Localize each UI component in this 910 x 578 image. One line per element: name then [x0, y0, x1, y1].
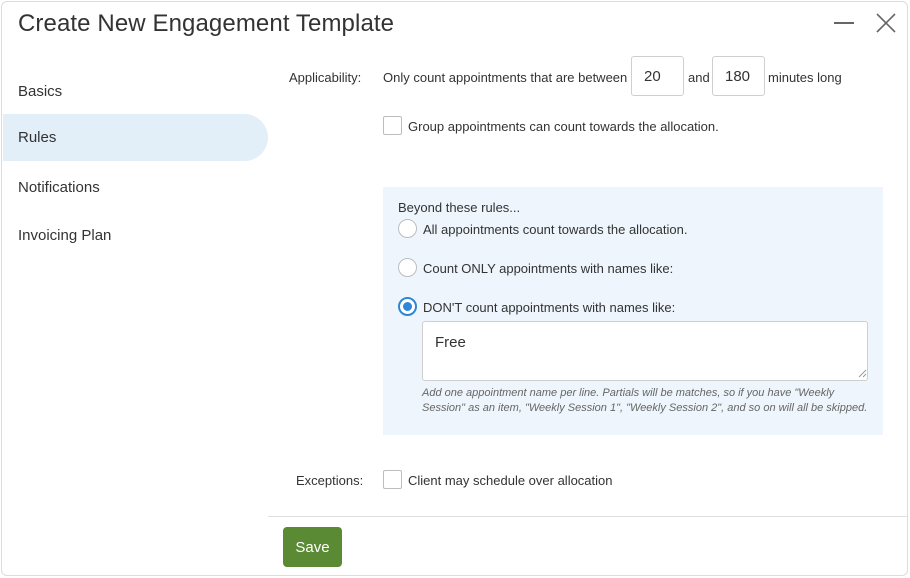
- minutes-long-text: minutes long: [768, 70, 842, 85]
- names-hint-text: Add one appointment name per line. Parti…: [422, 387, 868, 414]
- create-template-dialog: Create New Engagement Template Basics Ru…: [1, 1, 908, 576]
- rules-heading: Beyond these rules...: [398, 200, 521, 215]
- resize-grip-icon[interactable]: [858, 369, 867, 378]
- min-minutes-input[interactable]: [631, 56, 684, 96]
- radio-count-only-label: Count ONLY appointments with names like:: [423, 261, 674, 276]
- nav-item-invoicing-plan[interactable]: Invoicing Plan: [3, 212, 268, 259]
- schedule-over-allocation-label: Client may schedule over allocation: [408, 473, 613, 488]
- nav-item-rules[interactable]: Rules: [3, 114, 268, 161]
- dialog-title: Create New Engagement Template: [18, 10, 395, 37]
- applicability-label: Applicability:: [289, 70, 362, 85]
- radio-dont-count[interactable]: [398, 297, 417, 316]
- schedule-over-allocation-checkbox[interactable]: [383, 470, 402, 489]
- max-minutes-input[interactable]: [712, 56, 765, 96]
- close-icon[interactable]: [875, 12, 897, 34]
- applicability-prefix-text: Only count appointments that are between: [383, 70, 628, 85]
- nav-item-basics[interactable]: Basics: [3, 68, 268, 115]
- radio-count-only[interactable]: [398, 258, 417, 277]
- nav-item-notifications[interactable]: Notifications: [3, 164, 268, 211]
- minimize-icon[interactable]: [834, 22, 854, 24]
- rules-box: Beyond these rules... All appointments c…: [383, 187, 883, 435]
- group-appointments-label: Group appointments can count towards the…: [408, 119, 719, 134]
- radio-dont-count-label: DON'T count appointments with names like…: [423, 300, 676, 315]
- and-text: and: [688, 70, 710, 85]
- radio-all-appointments[interactable]: [398, 219, 417, 238]
- save-button[interactable]: Save: [283, 527, 342, 567]
- appointment-names-textarea[interactable]: Free: [422, 321, 868, 381]
- exceptions-label: Exceptions:: [296, 473, 364, 488]
- footer-divider: [268, 516, 907, 517]
- group-appointments-checkbox[interactable]: [383, 116, 402, 135]
- radio-all-appointments-label: All appointments count towards the alloc…: [423, 222, 688, 237]
